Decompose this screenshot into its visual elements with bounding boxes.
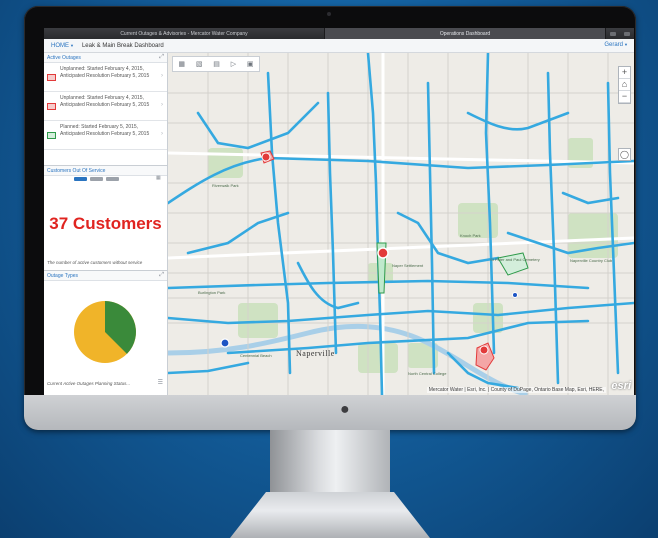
zoom-controls: + ⌂ − <box>618 66 631 104</box>
outage-description: Unplanned: Started February 4, 2015, Ant… <box>60 66 150 79</box>
chevron-right-icon: › <box>161 102 163 108</box>
customer-location-marker[interactable] <box>512 292 518 298</box>
chevron-right-icon: › <box>161 131 163 137</box>
expand-icon[interactable]: ⤢ <box>159 54 164 61</box>
monitor-chin: ● <box>24 395 636 430</box>
home-extent-icon[interactable]: ⌂ <box>619 79 630 91</box>
outage-description: Planned: Started February 5, 2015, Antic… <box>60 124 150 137</box>
outage-item[interactable]: Unplanned: Started February 4, 2015, Ant… <box>44 63 167 92</box>
panel-pager[interactable] <box>74 177 119 181</box>
panel-title: Active Outages <box>47 54 81 61</box>
panel-title: Outage Types <box>47 272 79 279</box>
pager-dot[interactable] <box>90 177 103 181</box>
outage-description: Unplanned: Started February 4, 2015, Ant… <box>60 95 150 108</box>
outage-item[interactable]: Unplanned: Started February 4, 2015, Ant… <box>44 92 167 121</box>
unplanned-polygon-icon <box>47 103 56 110</box>
home-menu[interactable]: HOME▼ <box>51 43 74 49</box>
outage-types-caption: Current Active Outages Planning Status..… <box>47 381 131 386</box>
user-menu[interactable]: Gerard▼ <box>604 42 628 48</box>
map-label: Naperville Country Club <box>570 258 613 263</box>
outage-types-pie-chart <box>74 301 136 363</box>
map-toolbar: ▦ ▧ ▤ ▷ ▣ <box>172 56 260 72</box>
apple-logo-icon: ● <box>340 401 350 418</box>
dashboard-title: Leak & Main Break Dashboard <box>81 42 164 49</box>
city-label: Naperville <box>296 349 335 358</box>
window-controls[interactable] <box>606 28 634 39</box>
outage-item[interactable]: Planned: Started February 5, 2015, Antic… <box>44 121 167 150</box>
caret-down-icon: ▼ <box>624 42 628 47</box>
map-label: Riverwalk Park <box>212 183 239 188</box>
app-header: HOME▼ Leak & Main Break Dashboard Gerard… <box>44 39 634 53</box>
browser-tab-operations[interactable]: Operations Dashboard <box>325 28 606 39</box>
map-view[interactable]: Riverwalk Park Burlington Park Centennia… <box>168 53 634 395</box>
home-label: HOME <box>51 42 69 49</box>
monitor-stand-foot <box>230 492 430 538</box>
outage-marker[interactable] <box>261 152 271 162</box>
expand-icon[interactable]: ⤢ <box>159 272 164 279</box>
list-icon[interactable]: ☰ <box>158 379 163 386</box>
map-attribution: Mercator Water | Esri, Inc. | County of … <box>426 387 606 393</box>
zoom-in-button[interactable]: + <box>619 67 630 79</box>
esri-logo: esri <box>611 380 631 392</box>
active-outages-header: Active Outages ⤢ <box>44 53 167 63</box>
outage-marker[interactable] <box>479 345 489 355</box>
user-name: Gerard <box>604 42 624 48</box>
map-canvas <box>168 53 634 395</box>
outage-marker[interactable] <box>377 247 389 259</box>
layers-icon[interactable]: ▦ <box>178 60 185 68</box>
close-icon[interactable] <box>624 31 630 36</box>
pager-dot[interactable] <box>106 177 119 181</box>
map-label: Burlington Park <box>198 290 226 295</box>
screen: Current Outages & Advisories - Mercator … <box>44 28 634 395</box>
minimize-icon[interactable] <box>610 31 616 36</box>
locate-icon[interactable]: ◯ <box>618 148 631 161</box>
customers-count: 37 Customers <box>49 214 162 233</box>
left-panel: Active Outages ⤢ Unplanned: Started Febr… <box>44 53 168 395</box>
planned-polygon-icon <box>47 132 56 139</box>
map-label: St Peter and Paul Cemetery <box>490 257 540 262</box>
browser-tab-bar: Current Outages & Advisories - Mercator … <box>44 28 634 39</box>
map-label: Centennial Beach <box>240 353 272 358</box>
pager-dot[interactable] <box>74 177 87 181</box>
panel-title: Customers Out Of Service <box>47 167 106 174</box>
caret-down-icon: ▼ <box>70 42 74 48</box>
map-label: North Central College <box>408 371 447 376</box>
table-icon[interactable]: ▤ <box>213 60 220 68</box>
water-mains <box>168 53 634 395</box>
camera <box>327 12 331 16</box>
basemap-icon[interactable]: ▧ <box>196 60 203 68</box>
customer-location-marker[interactable] <box>220 338 230 348</box>
street-grid <box>168 53 634 395</box>
select-icon[interactable]: ▷ <box>231 60 236 68</box>
customers-header: Customers Out Of Service <box>44 166 167 176</box>
major-roads <box>168 53 634 395</box>
customers-note: The number of active customers without s… <box>47 260 143 265</box>
bookmark-icon[interactable]: ▣ <box>247 60 254 68</box>
map-label: Knoch Park <box>460 233 481 238</box>
monitor-stand-neck <box>270 430 390 492</box>
chevron-right-icon: › <box>161 73 163 79</box>
outage-types-panel: Outage Types ⤢ Current Active Outages Pl… <box>44 270 167 395</box>
zoom-out-button[interactable]: − <box>619 91 630 103</box>
outage-types-header: Outage Types ⤢ <box>44 271 167 281</box>
unplanned-polygon-icon <box>47 74 56 81</box>
settings-icon[interactable]: ▦ <box>156 175 161 181</box>
browser-tab-outages[interactable]: Current Outages & Advisories - Mercator … <box>44 28 325 39</box>
map-label: Naper Settlement <box>392 263 424 268</box>
